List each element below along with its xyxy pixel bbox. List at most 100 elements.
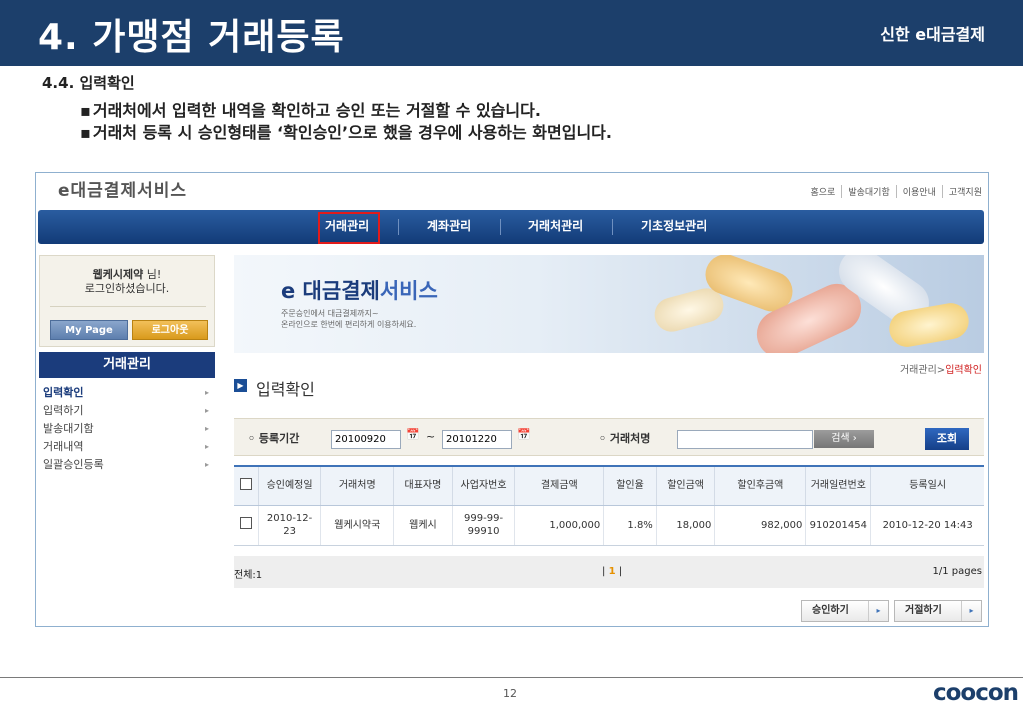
guide-link[interactable]: 이용안내: [897, 185, 943, 198]
lookup-button[interactable]: 조회: [925, 428, 969, 450]
top-links: 홈으로 발송대기함 이용안내 고객지원: [805, 185, 982, 198]
sidebar-item-input[interactable]: 입력하기 ▸: [39, 402, 215, 420]
breadcrumb-parent[interactable]: 거래관리: [900, 365, 937, 376]
app-screenshot: e대금결제서비스 홈으로 발송대기함 이용안내 고객지원 거래관리 계좌관리 거…: [35, 172, 989, 627]
chevron-right-icon: ▸: [204, 442, 209, 451]
table-header-row: 승인예정일 거래처명 대표자명 사업자번호 결제금액 할인율 할인금액 할인후금…: [234, 465, 984, 506]
column-header[interactable]: 사업자번호: [452, 465, 516, 506]
sidebar-item-bulk-approval[interactable]: 일괄승인등록 ▸: [39, 456, 215, 474]
banner-title-service: 서비스: [379, 279, 438, 303]
mypage-button[interactable]: My Page: [50, 320, 128, 340]
slide-title: 4. 가맹점 거래등록: [38, 17, 345, 58]
column-header[interactable]: 할인금액: [656, 465, 716, 506]
table-cell: 1,000,000: [514, 505, 605, 546]
nav-divider: [398, 219, 399, 235]
logout-button[interactable]: 로그아웃: [132, 320, 208, 340]
nav-account-mgmt[interactable]: 계좌관리: [427, 217, 471, 234]
login-box: 웹케시제약 님! 로그인하셨습니다. My Page 로그아웃: [39, 255, 215, 347]
date-to-input[interactable]: [442, 430, 512, 449]
arrow-box-icon: ▶: [234, 379, 247, 392]
chevron-right-icon: ▸: [961, 601, 981, 621]
search-button-label: 검색: [831, 433, 850, 444]
login-greeting: 웹케시제약 님! 로그인하셨습니다.: [40, 268, 214, 296]
transaction-table: 승인예정일 거래처명 대표자명 사업자번호 결제금액 할인율 할인금액 할인후금…: [234, 465, 984, 546]
table-cell: 웹케시: [393, 505, 453, 546]
table-cell: 1.8%: [603, 505, 657, 546]
nav-divider: [500, 219, 501, 235]
slide-header: 4. 가맹점 거래등록 신한 e대금결제: [0, 0, 1023, 66]
page-link[interactable]: 1: [609, 566, 616, 577]
outbox-link[interactable]: 발송대기함: [842, 185, 897, 198]
banner-line: 온라인으로 한번에 편리하게 이용하세요.: [281, 320, 417, 329]
row-checkbox[interactable]: [239, 517, 252, 529]
chevron-right-icon: ▸: [204, 460, 209, 469]
sidebar-item-outbox[interactable]: 발송대기함 ▸: [39, 420, 215, 438]
nav-divider: [612, 219, 613, 235]
service-banner: e 대금결제서비스 주문승인에서 대금결제까지~ 온라인으로 한번에 편리하게 …: [234, 255, 984, 353]
sidebar-item-label: 거래내역: [43, 440, 84, 453]
period-label: ◦ 등록기간: [248, 432, 300, 445]
column-header[interactable]: 대표자명: [393, 465, 453, 506]
coocon-logo: coocon: [932, 680, 1019, 706]
table-cell: 2010-12-23: [258, 505, 322, 546]
sidebar-item-label: 일괄승인등록: [43, 458, 104, 471]
main-nav: 거래관리 계좌관리 거래처관리 기초정보관리: [38, 210, 984, 244]
table-cell: 18,000: [656, 505, 716, 546]
banner-e: e: [281, 279, 296, 303]
column-header[interactable]: 거래일련번호: [805, 465, 872, 506]
user-suffix: 님!: [143, 268, 162, 281]
chevron-right-icon: ▸: [204, 424, 209, 433]
column-header[interactable]: 거래처명: [320, 465, 395, 506]
home-link[interactable]: 홈으로: [805, 185, 843, 198]
breadcrumb: 거래관리>입력확인: [900, 361, 982, 376]
banner-title-main: 대금결제: [295, 279, 380, 303]
service-logo[interactable]: e대금결제서비스: [58, 176, 187, 201]
sidebar-title: 거래관리: [39, 352, 215, 378]
chevron-right-icon: ▸: [868, 601, 888, 621]
column-header[interactable]: 할인율: [603, 465, 657, 506]
column-header[interactable]: 승인예정일: [258, 465, 322, 506]
bullet-item: 거래처에서 입력한 내역을 확인하고 승인 또는 거절할 수 있습니다.: [80, 100, 612, 122]
total-count: 전체:1: [234, 570, 263, 581]
partner-name-input[interactable]: [677, 430, 813, 449]
calendar-icon[interactable]: 📅: [406, 428, 420, 441]
sidebar-item-history[interactable]: 거래내역 ▸: [39, 438, 215, 456]
page-title: 입력확인: [256, 380, 315, 399]
partner-label: ◦ 거래처명: [599, 432, 651, 445]
user-name: 웹케시제약: [92, 268, 144, 281]
approve-button[interactable]: 승인하기 ▸: [801, 600, 889, 622]
calendar-icon[interactable]: 📅: [517, 428, 531, 441]
page-title-row: ▶ 입력확인: [234, 376, 984, 399]
column-header[interactable]: 결제금액: [514, 465, 605, 506]
sidebar-item-label: 발송대기함: [43, 422, 94, 435]
row-select-cell: [234, 505, 259, 546]
footer-divider: [0, 677, 1023, 678]
support-link[interactable]: 고객지원: [943, 185, 982, 198]
column-header[interactable]: 할인후금액: [714, 465, 807, 506]
column-header[interactable]: 등록일시: [870, 465, 984, 506]
slide-brand: 신한 e대금결제: [880, 25, 985, 44]
table-cell: 2010-12-20 14:43: [870, 505, 984, 546]
select-all-checkbox[interactable]: [239, 477, 252, 490]
date-from-input[interactable]: [331, 430, 401, 449]
table-cell: 999-99-99910: [452, 505, 516, 546]
reject-button-label: 거절하기: [905, 605, 942, 616]
select-all-cell: [234, 465, 259, 506]
sidebar-item-input-confirm[interactable]: 입력확인 ▸: [39, 384, 215, 402]
divider: [50, 306, 206, 307]
search-button[interactable]: 검색 ›: [814, 430, 874, 448]
table-row[interactable]: 2010-12-23 웹케시약국 웹케시 999-99-99910 1,000,…: [234, 505, 984, 546]
chevron-right-icon: ▸: [204, 406, 209, 415]
breadcrumb-separator: >: [936, 365, 946, 376]
login-message: 로그인하셨습니다.: [84, 282, 170, 295]
chevron-right-icon: ›: [852, 433, 857, 444]
nav-partner-mgmt[interactable]: 거래처관리: [528, 217, 583, 234]
table-footer: 전체:1 | 1 | 1/1 pages: [234, 556, 984, 588]
approve-button-label: 승인하기: [812, 605, 849, 616]
nav-basic-info-mgmt[interactable]: 기초정보관리: [641, 217, 707, 234]
chevron-right-icon: ▸: [204, 388, 209, 397]
breadcrumb-current: 입력확인: [945, 365, 982, 376]
reject-button[interactable]: 거절하기 ▸: [894, 600, 982, 622]
banner-line: 주문승인에서 대금결제까지~: [281, 309, 379, 318]
bullet-item: 거래처 등록 시 승인형태를 ‘확인승인’으로 했을 경우에 사용하는 화면입니…: [80, 122, 612, 144]
